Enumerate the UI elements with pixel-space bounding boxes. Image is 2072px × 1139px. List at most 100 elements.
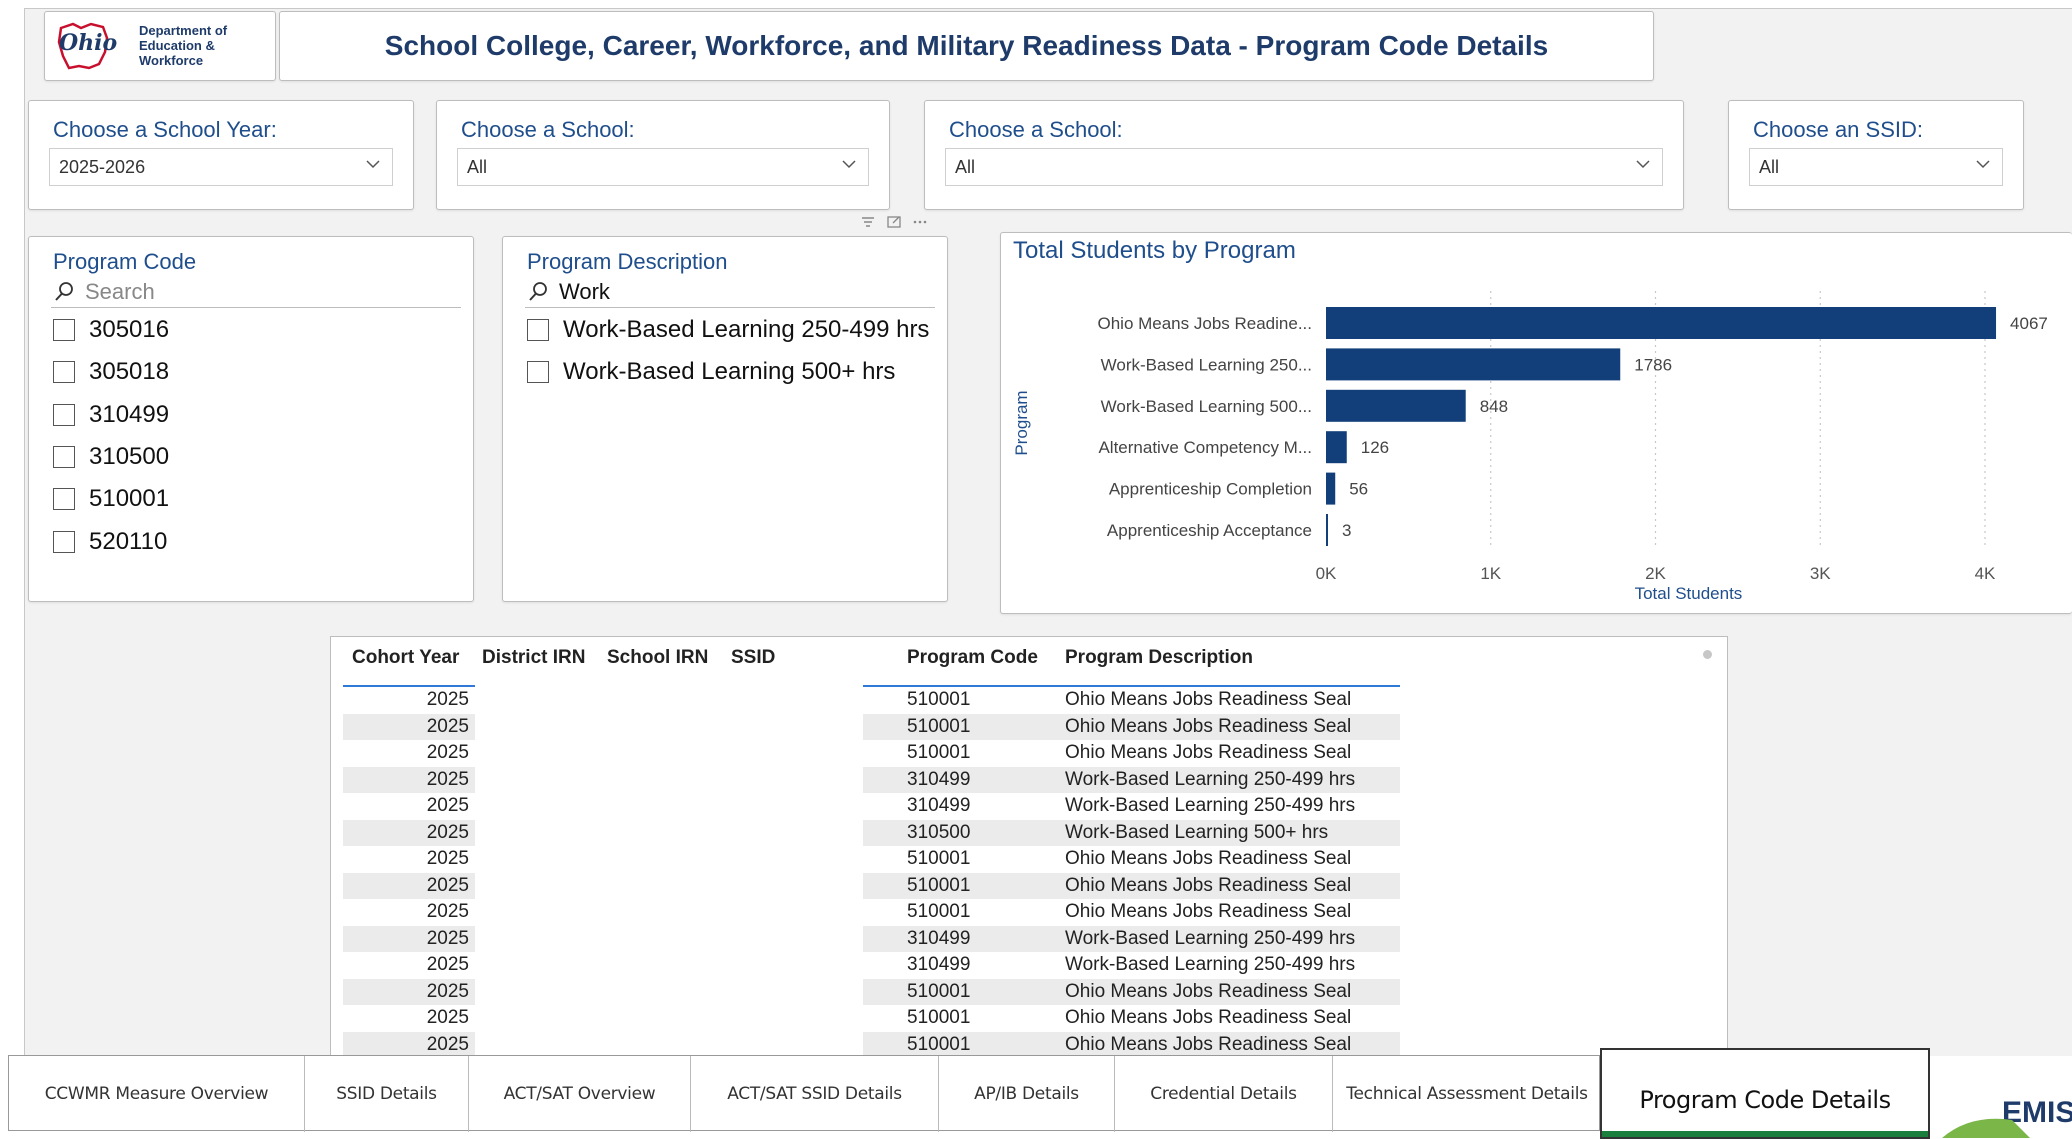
bar[interactable]	[1326, 389, 1466, 422]
total-students-chart: Total Students by Program 0K 1K 2K 3K 4K Tota…	[1000, 232, 2072, 614]
column-header-cohort-year[interactable]: Cohort Year	[352, 647, 459, 669]
program-description-search[interactable]: Work	[525, 277, 935, 308]
option-label: 310500	[89, 443, 170, 470]
cell-cohort-year: 2025	[426, 874, 469, 896]
tab-act-sat-ssid-details[interactable]: ACT/SAT SSID Details	[691, 1056, 939, 1132]
more-options-icon[interactable]	[910, 212, 930, 232]
bar[interactable]	[1326, 514, 1328, 546]
active-tab-indicator	[1602, 1131, 1928, 1137]
page-tab-bar: CCWMR Measure Overview SSID Details ACT/…	[8, 1055, 1601, 1132]
tab-credential-details[interactable]: Credential Details	[1115, 1056, 1333, 1132]
program-code-option[interactable]: 305016	[53, 315, 169, 345]
chevron-down-icon	[366, 160, 380, 169]
filter-icon[interactable]	[858, 212, 878, 232]
bar[interactable]	[1326, 472, 1336, 505]
school-dropdown-1[interactable]: All	[457, 148, 869, 186]
school-filter-1: Choose a School: All	[436, 100, 890, 210]
table-row[interactable]: 2025 510001 Ohio Means Jobs Readiness Seal	[331, 1031, 1400, 1055]
bar[interactable]	[1326, 307, 1997, 339]
tab-ap-ib-details[interactable]: AP/IB Details	[939, 1056, 1115, 1132]
cell-program-description: Work-Based Learning 500+ hrs	[1065, 821, 1329, 843]
table-row[interactable]: 2025 510001 Ohio Means Jobs Readiness Seal	[331, 872, 1400, 899]
option-label: 510001	[89, 485, 170, 512]
option-label: 520110	[89, 528, 168, 555]
column-header-district-irn[interactable]: District IRN	[482, 647, 585, 669]
tab-ccwmr-measure-overview[interactable]: CCWMR Measure Overview	[9, 1056, 305, 1132]
scroll-indicator[interactable]	[1703, 650, 1712, 659]
table-row[interactable]: 2025 510001 Ohio Means Jobs Readiness Seal	[331, 978, 1400, 1005]
checkbox[interactable]	[527, 361, 549, 383]
table-row[interactable]: 2025 310499 Work-Based Learning 250-499 hr…	[331, 925, 1400, 952]
data-label: 4067	[2010, 314, 2048, 333]
table-row[interactable]: 2025 510001 Ohio Means Jobs Readiness Seal	[331, 713, 1400, 740]
cell-program-code: 510001	[907, 689, 971, 710]
checkbox[interactable]	[527, 319, 549, 341]
cell-program-description: Work-Based Learning 250-499 hrs	[1065, 795, 1356, 816]
cell-program-code: 310499	[907, 768, 971, 790]
cell-program-description: Ohio Means Jobs Readiness Seal	[1065, 980, 1352, 1002]
column-header-program-description[interactable]: Program Description	[1065, 647, 1253, 669]
cell-cohort-year: 2025	[426, 927, 469, 949]
tab-program-code-details[interactable]: Program Code Details	[1600, 1048, 1930, 1139]
option-label: Work-Based Learning 500+ hrs	[563, 358, 896, 385]
cell-program-description: Work-Based Learning 250-499 hrs	[1065, 768, 1356, 790]
checkbox[interactable]	[53, 319, 75, 341]
cell-program-description: Work-Based Learning 250-499 hrs	[1065, 927, 1356, 949]
bar[interactable]	[1326, 431, 1347, 464]
logo-text-line2: Education &	[139, 38, 215, 53]
bar[interactable]	[1326, 348, 1621, 381]
school-year-dropdown[interactable]: 2025-2026	[49, 148, 393, 186]
program-code-option[interactable]: 510001	[53, 484, 169, 514]
checkbox[interactable]	[53, 404, 75, 426]
column-header-ssid[interactable]: SSID	[731, 647, 775, 669]
focus-mode-icon[interactable]	[884, 212, 904, 232]
program-code-option[interactable]: 310500	[53, 442, 169, 472]
program-code-option[interactable]: 310499	[53, 400, 169, 430]
column-header-program-code[interactable]: Program Code	[907, 647, 1038, 669]
cell-program-description: Ohio Means Jobs Readiness Seal	[1065, 689, 1352, 710]
tab-ssid-details[interactable]: SSID Details	[305, 1056, 469, 1132]
table-row[interactable]: 2025 510001 Ohio Means Jobs Readiness Seal	[331, 740, 1352, 767]
ssid-dropdown[interactable]: All	[1749, 148, 2003, 186]
table-row[interactable]: 2025 510001 Ohio Means Jobs Readiness Seal	[331, 687, 1352, 714]
x-tick-label: 4K	[1975, 564, 1996, 583]
x-tick-label: 3K	[1810, 564, 1831, 583]
school-filter-2-label: Choose a School:	[949, 117, 1123, 142]
program-code-option[interactable]: 305018	[53, 357, 169, 387]
program-code-search[interactable]: Search	[51, 277, 461, 308]
checkbox[interactable]	[53, 488, 75, 510]
x-tick-label: 1K	[1480, 564, 1501, 583]
tab-act-sat-overview[interactable]: ACT/SAT Overview	[469, 1056, 691, 1132]
data-label: 126	[1361, 438, 1389, 457]
program-code-option[interactable]: 520110	[53, 527, 167, 557]
table-row[interactable]: 2025 510001 Ohio Means Jobs Readiness Seal	[331, 899, 1352, 926]
program-description-search-value: Work	[559, 279, 610, 304]
tab-technical-assessment-details[interactable]: Technical Assessment Details	[1333, 1056, 1601, 1132]
chevron-down-icon	[1976, 160, 1990, 169]
cell-cohort-year: 2025	[426, 821, 469, 843]
x-tick-label: 2K	[1645, 564, 1666, 583]
school-dropdown-2[interactable]: All	[945, 148, 1663, 186]
cell-program-code: 510001	[907, 1033, 971, 1055]
table-row[interactable]: 2025 510001 Ohio Means Jobs Readiness Seal	[331, 1005, 1352, 1032]
table-row[interactable]: 2025 310500 Work-Based Learning 500+ hrs	[331, 819, 1400, 846]
ohio-logo: Ohio Department of Education & Workforce	[44, 11, 276, 81]
program-description-option[interactable]: Work-Based Learning 250-499 hrs	[527, 315, 937, 345]
data-label: 56	[1349, 480, 1368, 499]
school-filter-1-label: Choose a School:	[461, 117, 635, 142]
checkbox[interactable]	[53, 531, 75, 553]
table-row[interactable]: 2025 310499 Work-Based Learning 250-499 hr…	[331, 766, 1400, 793]
cell-program-code: 510001	[907, 1007, 971, 1028]
checkbox[interactable]	[53, 446, 75, 468]
table-row[interactable]: 2025 310499 Work-Based Learning 250-499 hr…	[331, 793, 1355, 820]
checkbox[interactable]	[53, 361, 75, 383]
ohio-script-logo: Ohio	[59, 30, 118, 56]
table-row[interactable]: 2025 510001 Ohio Means Jobs Readiness Seal	[331, 846, 1352, 873]
category-label: Apprenticeship Acceptance	[1107, 521, 1312, 540]
program-description-option[interactable]: Work-Based Learning 500+ hrs	[527, 357, 937, 387]
cell-cohort-year: 2025	[426, 901, 469, 922]
column-header-school-irn[interactable]: School IRN	[607, 647, 708, 669]
cell-cohort-year: 2025	[426, 795, 469, 816]
table-row[interactable]: 2025 310499 Work-Based Learning 250-499 hr…	[331, 952, 1355, 979]
school-filter-2: Choose a School: All	[924, 100, 1684, 210]
